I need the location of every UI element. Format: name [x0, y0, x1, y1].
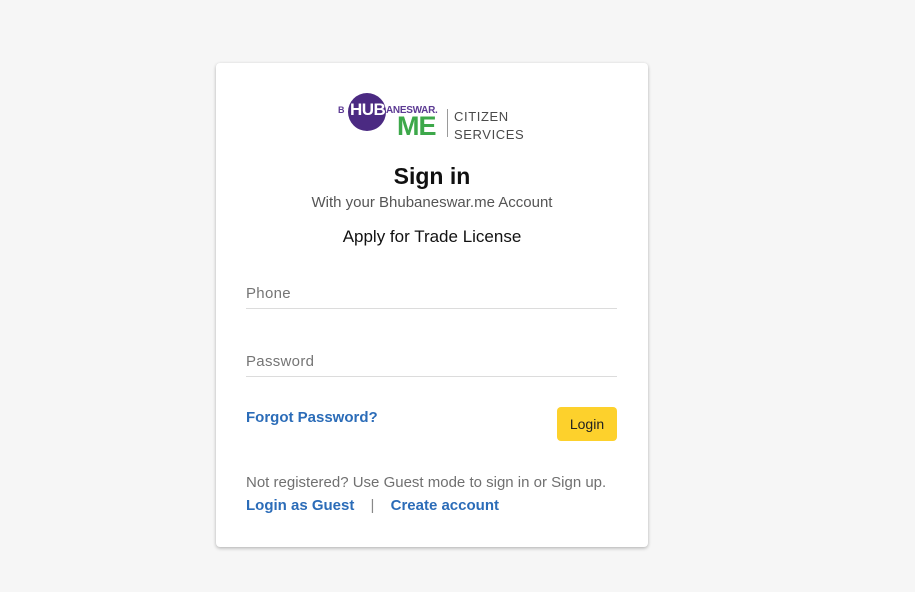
logo-citizen-services: CITIZEN SERVICES: [454, 108, 524, 144]
password-input[interactable]: [246, 347, 617, 377]
create-account-link[interactable]: Create account: [391, 497, 499, 514]
page-subtitle: With your Bhubaneswar.me Account: [311, 194, 553, 211]
login-as-guest-link[interactable]: Login as Guest: [246, 497, 354, 514]
logo-divider: [447, 109, 448, 137]
registration-note: Not registered? Use Guest mode to sign i…: [246, 474, 607, 491]
login-button[interactable]: Login: [557, 407, 617, 441]
phone-input[interactable]: [246, 279, 617, 309]
account-links: Login as Guest | Create account: [246, 497, 499, 514]
forgot-password-link[interactable]: Forgot Password?: [246, 409, 378, 426]
logo-me-text: ME: [397, 111, 436, 141]
page-title: Sign in: [393, 163, 471, 189]
logo-b-text: B: [338, 105, 345, 115]
logo-hub-text: HUB: [350, 100, 386, 119]
link-separator: |: [370, 497, 375, 514]
service-purpose: Apply for Trade License: [342, 227, 522, 246]
logo-citizen-text: CITIZEN: [454, 109, 509, 124]
bhubaneswar-me-logo: B HUB ANESWAR. ME CITIZEN SERVICES: [338, 91, 528, 147]
sign-in-card: B HUB ANESWAR. ME CITIZEN SERVICES Sign …: [216, 63, 648, 547]
logo-services-text: SERVICES: [454, 127, 525, 142]
